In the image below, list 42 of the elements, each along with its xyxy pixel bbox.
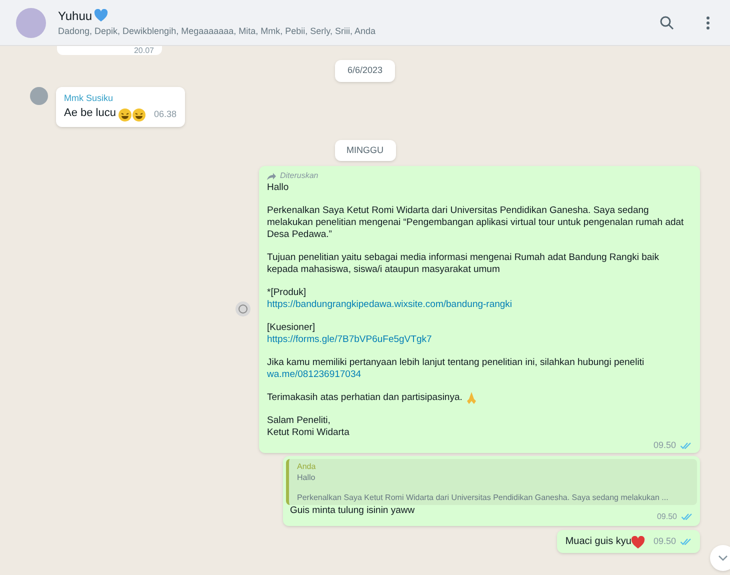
message-text: Ketut Romi Widarta [267,427,350,439]
scroll-down-button[interactable] [710,545,730,571]
menu-icon[interactable] [706,16,710,30]
praying-hands-icon [466,392,478,404]
date-label: MINGGU [334,140,396,161]
laughing-face-icon [132,108,146,122]
message-text: Perkenalkan Saya Ketut Romi Widarta dari Universitas Pendidikan Ganesha. Saya sedang melakukan penelitian mengenai “Pengembangan aplikasi virtual tour untuk pengenalan rumah adat Desa Pedawa.” [267,205,685,241]
chat-title: Yuhuu [58,8,92,25]
message-text: Guis minta tulung isinin yaww [290,504,415,516]
message-time: 09.50 [653,439,676,452]
message-time: 20.07 [134,47,154,55]
message-time: 09.50 [656,510,677,522]
message-text: Tujuan penelitian yaitu sebagai media informasi mengenai Rumah adat Bandung Rangki baik kepada mahasiswa, siswa/i ataupun masyarakat umum [267,252,660,276]
message-text: Terimakasih atas perhatian dan partisipasinya. [267,392,462,404]
heart-icon [94,9,108,22]
message-link[interactable]: https://bandungrangkipedawa.wixsite.com/bandung-rangki [267,299,512,310]
heart-icon [631,536,646,548]
message-text: Hallo [267,182,290,194]
message-time: 06.38 [154,108,177,121]
message-text: Salam Peneliti, [267,415,332,427]
group-members: Dadong, Depik, Dewikblengih, Megaaaaaaa, Mita, Mmk, Pebii, Serly, Sriii, Anda [58,24,376,38]
quoted-message[interactable]: Anda Hallo Perkenalkan Saya Ketut Romi Widarta dari Universitas Pendidikan Ganesha. Saya sedang melakukan ... [286,458,697,504]
quote-author: Anda [297,460,317,472]
message-text: Jika kamu memiliki pertanyaan lebih lanjut tentang penelitian ini, silahkan hubungi peneliti [267,357,646,369]
group-avatar[interactable] [16,8,46,38]
message-link[interactable]: https://forms.gle/7B7bVP6uFe5gVTgk7 [267,334,432,345]
message-text: Muaci guis kyu [565,534,632,548]
chevron-down-icon [718,555,728,561]
quote-text: Hallo [297,472,316,482]
date-label: 6/6/2023 [335,60,395,82]
quote-text: Perkenalkan Saya Ketut Romi Widarta dari Universitas Pendidikan Ganesha. Saya sedang melakukan ... [297,492,670,502]
message-text: *[Produk] [267,287,308,299]
message-link[interactable]: wa.me/081236917034 [267,369,362,380]
sender-name: Mmk Susiku [64,92,114,104]
message-time: 09.50 [653,535,676,548]
message-text: [Kuesioner] [267,322,316,334]
forward-arrow-icon [267,172,276,180]
forwarded-label: Diteruskan [280,170,318,182]
emoji-reaction-icon[interactable] [235,301,251,318]
message-text: Ae be lucu [64,106,116,121]
laughing-face-icon [118,108,132,122]
search-icon[interactable] [660,16,674,30]
